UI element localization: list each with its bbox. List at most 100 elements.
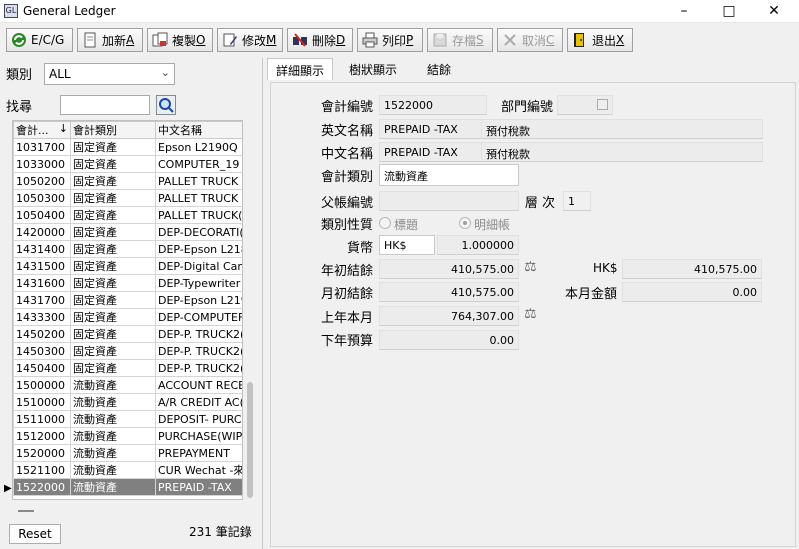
- table-row[interactable]: 1510000 流動資產 A/R CREDIT AC(: [13, 393, 242, 411]
- copy-button[interactable]: 複製 O: [147, 28, 213, 52]
- table-row[interactable]: 1420000 固定資產 DEP-DECORATI(: [13, 223, 242, 241]
- tab-detail[interactable]: 詳細顯示: [267, 58, 334, 80]
- table-row[interactable]: 1512000 流動資產 PURCHASE(WIP: [13, 427, 242, 445]
- splitter-handle[interactable]: [18, 510, 34, 512]
- en-name-cn-field[interactable]: 預付稅款: [481, 119, 763, 139]
- cell-name: PREPAYMENT: [155, 444, 242, 462]
- tab-balance[interactable]: 結餘: [419, 58, 459, 80]
- edit-button[interactable]: 修改 M: [217, 28, 283, 52]
- exit-door-icon: [572, 32, 588, 48]
- column-header-account[interactable]: 會計... ↓: [13, 121, 71, 139]
- table-row[interactable]: 1520000 流動資產 PREPAYMENT: [13, 444, 242, 462]
- cell-category: 固定資產: [70, 342, 156, 360]
- table-row[interactable]: 1521100 流動資產 CUR Wechat -來: [13, 461, 242, 479]
- currency-field[interactable]: HK$: [379, 235, 435, 255]
- level-field[interactable]: 1: [563, 191, 591, 211]
- table-row[interactable]: 1050300 固定資產 PALLET TRUCK: [13, 189, 242, 207]
- category-select[interactable]: ALL ⌄: [44, 63, 175, 85]
- cell-account-no: 1031700: [13, 138, 71, 156]
- sort-arrow-icon: ↓: [58, 122, 68, 136]
- table-row[interactable]: 1031700 固定資產 Epson L2190Q: [13, 138, 242, 156]
- maximize-icon[interactable]: □: [706, 0, 752, 22]
- ecg-button[interactable]: E/C/G: [6, 28, 73, 52]
- table-row[interactable]: 1431400 固定資產 DEP-Epson L218: [13, 240, 242, 258]
- grid-scrollbar[interactable]: [244, 120, 256, 500]
- reset-button[interactable]: Reset: [9, 524, 61, 544]
- minimize-icon[interactable]: –: [661, 0, 707, 22]
- parent-field[interactable]: [379, 191, 519, 211]
- category-label: 類別: [6, 68, 33, 83]
- nature-title-radio[interactable]: [379, 217, 391, 229]
- cell-name: DEP-DECORATI(: [155, 223, 242, 241]
- balance-scale-icon[interactable]: ⚖: [524, 259, 537, 275]
- table-row[interactable]: 1431500固定資產DEP-Digital Came: [13, 257, 242, 275]
- table-row[interactable]: 1511000 流動資產 DEPOSIT- PURC: [13, 410, 242, 428]
- cn-name-field[interactable]: PREPAID -TAX: [379, 142, 485, 162]
- table-row[interactable]: 1500000 流動資產 ACCOUNT RECE: [13, 376, 242, 394]
- table-row[interactable]: 1450400 固定資產 DEP-P. TRUCK2(: [13, 359, 242, 377]
- cn-name-label: 中文名稱: [320, 147, 373, 162]
- cell-account-no: 1450300: [13, 342, 71, 360]
- add-button[interactable]: 加新 A: [77, 28, 143, 52]
- cell-account-no: 1431600: [13, 274, 71, 292]
- table-row[interactable]: 1450300 固定資產 DEP-P. TRUCK2(: [13, 342, 242, 360]
- cell-category: 固定資產: [70, 172, 156, 190]
- cell-name: PALLET TRUCK(: [155, 206, 242, 224]
- scrollbar-thumb[interactable]: [247, 382, 253, 498]
- table-row[interactable]: 1522000 流動資產 PREPAID -TAX: [13, 478, 242, 496]
- exit-button[interactable]: 退出 X: [567, 28, 633, 52]
- search-button[interactable]: [156, 95, 176, 115]
- month-open-field[interactable]: 410,575.00: [379, 282, 519, 302]
- lookup-icon[interactable]: [597, 99, 608, 110]
- close-icon[interactable]: ✕: [751, 0, 797, 22]
- month-amount-field[interactable]: 0.00: [622, 282, 762, 302]
- search-input[interactable]: [60, 95, 150, 115]
- column-header-category[interactable]: 會計類別: [70, 121, 156, 139]
- account-grid[interactable]: 會計... ↓ 會計類別 中文名稱 1031700 固定資產 Epson L2190Q…: [12, 120, 243, 500]
- tab-tree[interactable]: 樹狀顯示: [341, 58, 405, 80]
- hk-label: HK$: [593, 261, 618, 275]
- cancel-button[interactable]: 取消 C: [497, 28, 563, 52]
- cell-name: DEPOSIT- PURC: [155, 410, 242, 428]
- cell-account-no: 1050300: [13, 189, 71, 207]
- rate-field[interactable]: 1.000000: [437, 235, 519, 255]
- cell-category: 固定資產: [70, 325, 156, 343]
- printer-icon: [362, 32, 378, 48]
- account-table: 會計... ↓ 會計類別 中文名稱 1031700 固定資產 Epson L2190Q…: [13, 121, 242, 496]
- en-name-field[interactable]: PREPAID -TAX: [379, 119, 485, 139]
- delete-icon: [292, 32, 308, 48]
- table-row[interactable]: 1050200 固定資產 PALLET TRUCK: [13, 172, 242, 190]
- table-row[interactable]: 1433300 固定資產 DEP-COMPUTEF: [13, 308, 242, 326]
- save-button[interactable]: 存檔 S: [427, 28, 493, 52]
- column-header-name[interactable]: 中文名稱: [155, 121, 242, 139]
- cell-category: 固定資產: [70, 274, 156, 292]
- search-icon: [159, 98, 174, 113]
- nature-detail-radio[interactable]: [459, 217, 471, 229]
- cn-name-cn-field[interactable]: 預付稅款: [481, 142, 763, 162]
- nature-label: 類別性質: [320, 218, 373, 233]
- last-year-field[interactable]: 764,307.00: [379, 306, 519, 326]
- table-row[interactable]: 1050400 固定資產 PALLET TRUCK(: [13, 206, 242, 224]
- next-budget-field[interactable]: 0.00: [379, 330, 519, 350]
- category-field[interactable]: 流動資產: [379, 164, 519, 186]
- cell-name: DEP-P. TRUCK2(: [155, 342, 242, 360]
- year-open-field[interactable]: 410,575.00: [379, 259, 519, 279]
- balance-scale-icon[interactable]: ⚖: [524, 306, 537, 322]
- search-label: 找尋: [6, 100, 33, 115]
- cell-category: 固定資產: [70, 240, 156, 258]
- table-row[interactable]: 1450200 固定資產 DEP-P. TRUCK2(: [13, 325, 242, 343]
- current-row-indicator-icon: ▶: [4, 483, 12, 494]
- title-bar: GL General Ledger – □ ✕: [0, 0, 799, 23]
- cancel-label: 取消: [522, 33, 547, 48]
- print-button[interactable]: 列印 P: [357, 28, 423, 52]
- delete-button[interactable]: 刪除 D: [287, 28, 353, 52]
- table-row[interactable]: 1033000 固定資產 COMPUTER_19: [13, 155, 242, 173]
- hk-value-field[interactable]: 410,575.00: [622, 259, 762, 279]
- copy-label: 複製: [172, 33, 197, 48]
- record-count: 231 筆記錄: [189, 525, 252, 539]
- table-row[interactable]: 1431700 固定資產 DEP-Epson L219: [13, 291, 242, 309]
- cell-category: 固定資產: [70, 223, 156, 241]
- cell-name: DEP-P. TRUCK2(: [155, 325, 242, 343]
- cell-name: CUR Wechat -來: [155, 461, 242, 479]
- table-row[interactable]: 1431600 固定資產 DEP-Typewriter: [13, 274, 242, 292]
